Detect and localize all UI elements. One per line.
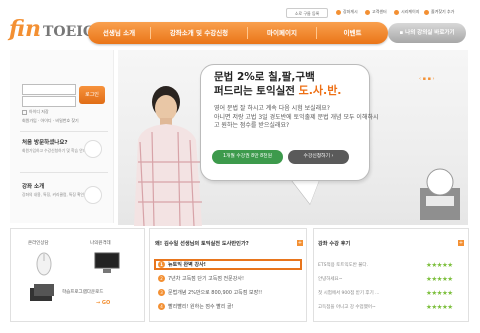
reviews-title: 강좌 수강 후기 (318, 241, 351, 247)
dot-icon (424, 9, 429, 15)
online-consult-label[interactable]: 온라인상담 (28, 240, 49, 246)
login-button[interactable]: 로그인 (79, 86, 105, 104)
rating-stars-icon: ★★★★★ (426, 303, 453, 311)
logo-fin: fin (9, 16, 41, 42)
book-icon (84, 186, 102, 204)
review-item[interactable]: 안녕하세요~ (318, 276, 342, 282)
clock-decoration (420, 168, 460, 220)
hero-headline: 문법 2%로 칠,팔,구백 퍼드리는 토익실전 도.사.반. (214, 71, 342, 97)
site-logo[interactable]: fin TOEIC (9, 16, 94, 42)
my-lecture-room-button[interactable]: ▪ 나의 강의실 바로가기 (388, 23, 466, 43)
monitor-icon[interactable] (94, 252, 120, 274)
rating-stars-icon: ★★★★★ (426, 261, 453, 269)
user-id-input[interactable] (22, 84, 76, 95)
course-intro-desc: 강좌의 내용, 특징, 커리큘럼, 특징 확인하기 (22, 192, 92, 197)
bookmark-button[interactable]: 소로 구름 등록 (286, 8, 328, 18)
person-icon (84, 140, 102, 158)
course-intro-title[interactable]: 강좌 소개 (22, 182, 44, 190)
go-button[interactable]: → GO (96, 300, 110, 306)
checkbox-icon (22, 109, 27, 115)
remote-support-label[interactable]: 나의원격데 (90, 240, 111, 246)
carousel-controls[interactable]: ‹ ▪ ▪ › (419, 76, 435, 82)
why-title: 왜! 김수일 선생님의 토익실전 도사반인가? (155, 241, 249, 247)
more-plus-icon[interactable]: + (458, 240, 464, 246)
nav-teacher-intro[interactable]: 선생님 소개 (88, 22, 150, 44)
rating-stars-icon: ★★★★★ (426, 275, 453, 283)
toplink-favorites[interactable]: 즐겨찾기 추가 (424, 9, 454, 15)
list-item[interactable]: 3 문법개념 2%만으로 800,900 고득점 보장!! (158, 289, 262, 296)
remember-id-checkbox[interactable]: 아이디 저장 (22, 109, 49, 115)
review-item[interactable]: ETS적용 토트익도반 불다. (318, 262, 368, 268)
first-visit-title[interactable]: 처음 방문하셨나요? (22, 138, 68, 146)
main-nav: 선생님 소개 강좌소개 및 수강신청 마이페이지 이벤트 (88, 22, 388, 44)
rating-stars-icon: ★★★★★ (426, 289, 453, 297)
review-item[interactable]: 첫 시험에서 900점 받기 후기 ... (318, 290, 379, 296)
nav-mypage[interactable]: 마이페이지 (248, 22, 316, 44)
mouse-icon[interactable] (35, 252, 53, 276)
account-links[interactable]: 회원가입 · 아이디 · 비밀번호 찾기 (22, 118, 79, 124)
program-package-icon[interactable] (28, 282, 56, 302)
logo-toeic: TOEIC (43, 24, 94, 40)
dot-icon (336, 9, 341, 15)
divider (20, 172, 108, 173)
download-program-title[interactable]: 학습프로그램다운로드 (62, 289, 103, 295)
list-item[interactable]: 1 뉴토익 완벽 강사! (158, 261, 206, 268)
review-item[interactable]: 고득점을 아니고 강 수업했어~ (318, 304, 376, 310)
toplink-customer-center[interactable]: 고객센터 (365, 9, 387, 15)
toplink-sitemap[interactable]: 시리케이지 (394, 9, 419, 15)
dot-icon (365, 9, 370, 15)
toplink-lectures[interactable]: 강좌게시 (336, 9, 358, 15)
apply-button[interactable]: 수강신청하기 › (288, 150, 349, 164)
list-item[interactable]: 4 빨리빨리! 원하는 점수 빨리 골! (158, 303, 234, 310)
more-plus-icon[interactable]: + (297, 240, 303, 246)
divider (20, 131, 108, 132)
bubble-tail (290, 178, 320, 204)
dot-icon (394, 9, 399, 15)
first-visit-desc: 회원가입하고 수강신청하기 및 학습 안내 (22, 148, 87, 153)
nav-event[interactable]: 이벤트 (317, 22, 388, 44)
hero-body: 영어 문법 잘 하시고 계속 다음 시험 보실래요? 아니면 저랑 고법 3일 … (214, 105, 379, 129)
nav-course-apply[interactable]: 강좌소개 및 수강신청 (151, 22, 247, 44)
price-button[interactable]: 1개월 수강권 8만 8천원 (212, 150, 283, 164)
list-item[interactable]: 2 7년차 고득점 단기 고득점 전문강사! (158, 275, 244, 282)
password-input[interactable] (22, 96, 76, 107)
